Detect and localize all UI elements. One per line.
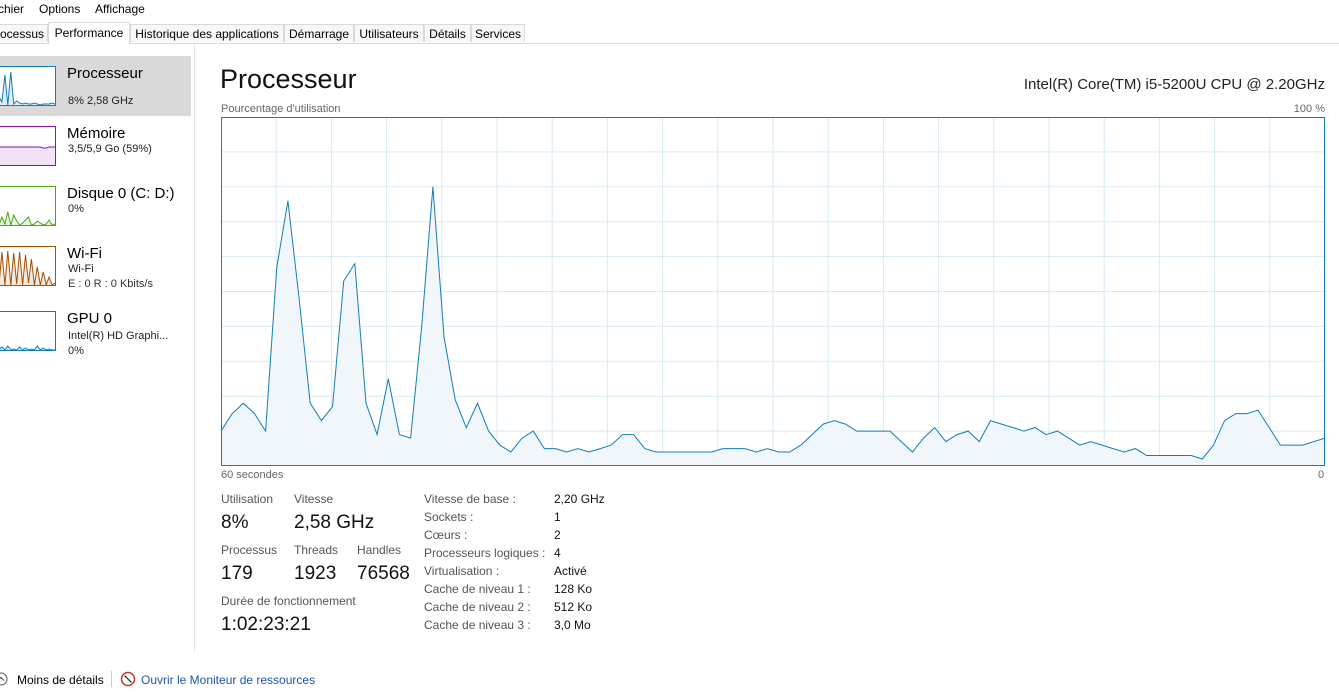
memory-mini-graph-icon	[0, 126, 56, 166]
cpu-model-name: Intel(R) Core(TM) i5-5200U CPU @ 2.20GHz	[1023, 76, 1325, 93]
sidebar-item-title: Processeur	[67, 65, 143, 82]
sidebar-item-subtitle: 3,5/5,9 Go (59%)	[68, 143, 152, 155]
vitesse-value: 2,58 GHz	[294, 512, 375, 533]
uptime-value: 1:02:23:21	[221, 614, 311, 635]
sidebar-item-memory[interactable]: Mémoire 3,5/5,9 Go (59%)	[0, 116, 191, 176]
tab-startup[interactable]: Démarrage	[284, 24, 354, 42]
mini-graph-svg	[0, 345, 55, 350]
utilisation-label: Utilisation	[221, 492, 274, 506]
tab-processes[interactable]: ocessus	[0, 24, 48, 42]
spec-key: Cache de niveau 1 :	[424, 582, 531, 596]
menu-view[interactable]: Affichage	[95, 2, 145, 16]
sidebar-item-subtitle: Wi-Fi	[68, 263, 94, 275]
spec-value: 1	[554, 510, 561, 524]
disk-mini-graph-icon	[0, 186, 56, 226]
menu-bar: chier Options Affichage	[0, 0, 1339, 18]
graph-time-right: 0	[1318, 469, 1325, 481]
threads-label: Threads	[294, 543, 339, 557]
mini-graph-line	[0, 71, 55, 105]
sidebar-item-subtitle: 8% 2,58 GHz	[68, 95, 134, 107]
spec-key: Sockets :	[424, 510, 474, 524]
page-title: Processeur	[220, 64, 357, 94]
spec-key: Vitesse de base :	[424, 492, 516, 506]
chevron-up-icon[interactable]	[0, 672, 8, 686]
sidebar-item-title: Disque 0 (C: D:)	[67, 185, 175, 202]
fewer-details-button[interactable]: Moins de détails	[17, 673, 104, 687]
resource-sidebar: Processeur 8% 2,58 GHz Mémoire 3,5/5,9 G…	[0, 44, 195, 652]
bottom-bar: Moins de détails Ouvrir le Moniteur de r…	[0, 668, 1339, 692]
sidebar-item-title: GPU 0	[67, 310, 113, 327]
spec-value: Activé	[554, 564, 587, 578]
sidebar-item-subtitle-2: E : 0 R : 0 Kbits/s	[68, 278, 153, 290]
sidebar-item-disk[interactable]: Disque 0 (C: D:) 0%	[0, 176, 191, 236]
spec-key: Cache de niveau 2 :	[424, 600, 531, 614]
spec-key: Processeurs logiques :	[424, 546, 546, 560]
spec-key: Cache de niveau 3 :	[424, 618, 531, 632]
mini-graph-svg	[0, 250, 55, 285]
divider	[111, 671, 112, 687]
handles-label: Handles	[357, 543, 402, 557]
handles-value: 76568	[357, 563, 410, 584]
tab-app-history[interactable]: Historique des applications	[130, 24, 284, 42]
mini-graph-svg	[0, 211, 55, 225]
sidebar-item-title: Mémoire	[67, 125, 126, 142]
sidebar-item-cpu[interactable]: Processeur 8% 2,58 GHz	[0, 56, 191, 116]
cpu-mini-graph-icon	[0, 66, 56, 106]
graph-time-left: 60 secondes	[221, 469, 284, 481]
tab-details[interactable]: Détails	[424, 24, 471, 42]
vitesse-label: Vitesse	[294, 492, 334, 506]
mini-graph-area	[0, 147, 55, 165]
graph-max-label: 100 %	[1293, 103, 1325, 115]
mini-graph-svg	[0, 146, 55, 165]
sidebar-item-title: Wi-Fi	[67, 245, 102, 262]
sidebar-item-wifi[interactable]: Wi-Fi Wi-Fi E : 0 R : 0 Kbits/s	[0, 236, 191, 296]
spec-value: 512 Ko	[554, 600, 593, 614]
sidebar-item-subtitle-2: 0%	[68, 345, 84, 357]
tab-services[interactable]: Services	[471, 24, 525, 42]
sidebar-item-gpu[interactable]: GPU 0 Intel(R) HD Graphi... 0%	[0, 301, 191, 363]
spec-value: 3,0 Mo	[554, 618, 591, 632]
spec-key: Virtualisation :	[424, 564, 500, 578]
graph-y-label: Pourcentage d'utilisation	[221, 103, 341, 115]
gpu-mini-graph-icon	[0, 311, 56, 351]
sidebar-item-subtitle: 0%	[68, 203, 84, 215]
tab-bar: ocessus Performance Historique des appli…	[0, 22, 1339, 44]
cpu-usage-chart	[221, 117, 1325, 466]
tab-performance[interactable]: Performance	[48, 22, 130, 44]
tab-users[interactable]: Utilisateurs	[354, 24, 424, 42]
uptime-label: Durée de fonctionnement	[221, 594, 356, 608]
resource-monitor-icon[interactable]	[120, 671, 136, 687]
menu-file[interactable]: chier	[0, 2, 24, 16]
spec-value: 128 Ko	[554, 582, 593, 596]
sidebar-item-subtitle: Intel(R) HD Graphi...	[68, 330, 169, 342]
wifi-mini-graph-icon	[0, 246, 56, 286]
spec-value: 4	[554, 546, 561, 560]
spec-key: Cœurs :	[424, 528, 468, 542]
processus-value: 179	[221, 563, 253, 584]
spec-value: 2,20 GHz	[554, 492, 605, 506]
menu-options[interactable]: Options	[39, 2, 80, 16]
open-resource-monitor-link[interactable]: Ouvrir le Moniteur de ressources	[141, 673, 315, 687]
processus-label: Processus	[221, 543, 278, 557]
mini-graph-svg	[0, 71, 55, 105]
spec-value: 2	[554, 528, 561, 542]
utilisation-value: 8%	[221, 512, 249, 533]
threads-value: 1923	[294, 563, 337, 584]
